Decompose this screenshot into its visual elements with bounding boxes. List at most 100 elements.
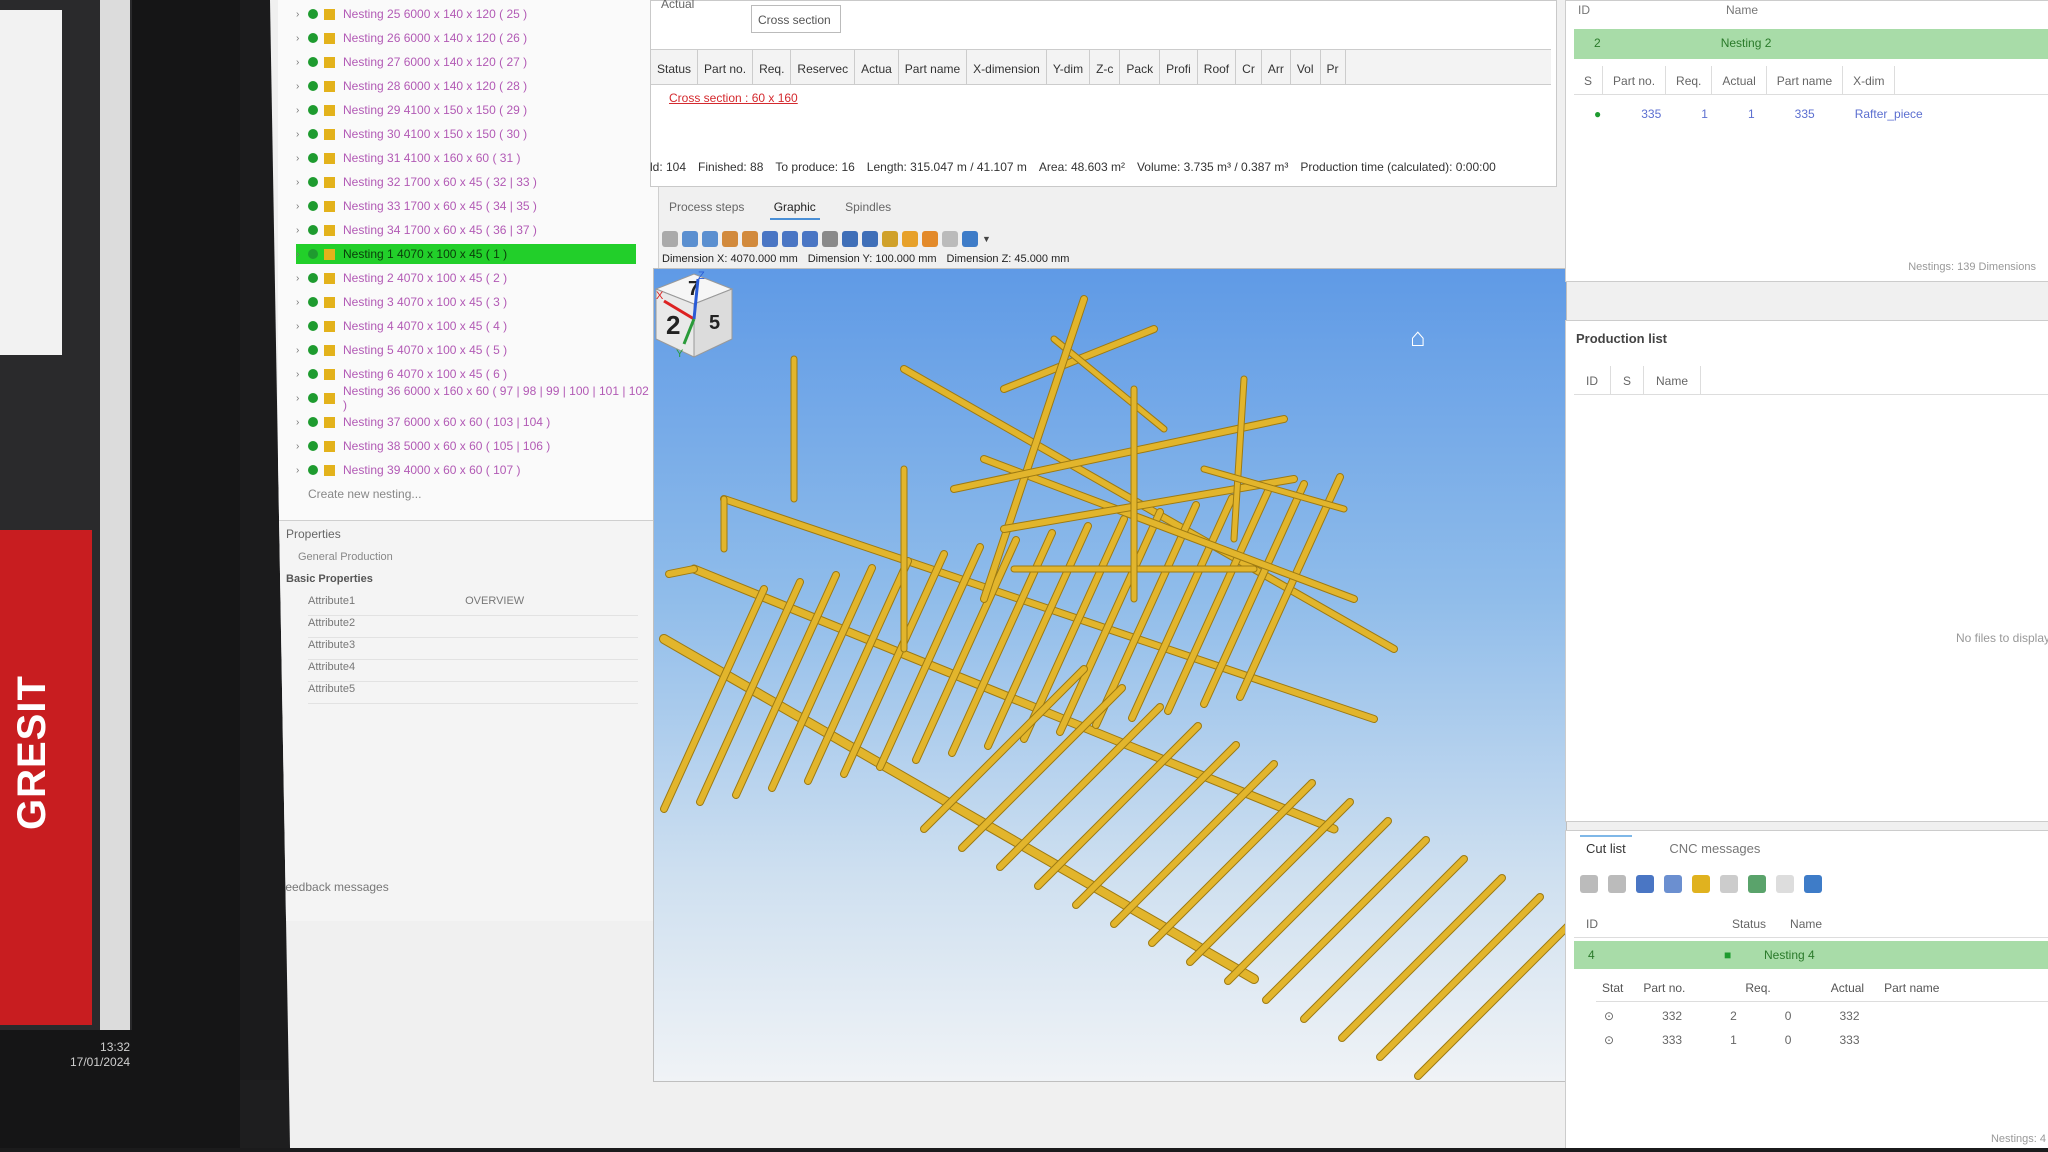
select-icon[interactable] — [662, 231, 678, 247]
solid-icon[interactable] — [902, 231, 918, 247]
pan-icon[interactable] — [842, 231, 858, 247]
properties-tabs[interactable]: General Production — [298, 551, 393, 563]
chevron-right-icon[interactable]: › — [296, 249, 308, 260]
chevron-right-icon[interactable]: › — [296, 57, 308, 68]
tree-item[interactable]: › Nesting 32 1700 x 60 x 45 ( 32 | 33 ) — [296, 172, 656, 192]
property-row[interactable]: Attribute4 — [308, 661, 638, 682]
table-row[interactable]: ⊙ 333 1 0 333 — [1596, 1029, 2048, 1053]
property-row[interactable]: Attribute5 — [308, 683, 638, 704]
view-iso-icon[interactable] — [802, 231, 818, 247]
chevron-right-icon[interactable]: › — [296, 369, 308, 380]
column-header[interactable]: Reservec — [791, 50, 856, 84]
cross-section-row[interactable]: Cross section : 60 x 160 — [669, 91, 798, 105]
tree-item[interactable]: › Nesting 5 4070 x 100 x 45 ( 5 ) — [296, 340, 656, 360]
arrow-down-icon[interactable] — [1608, 875, 1626, 893]
table-icon[interactable] — [1748, 875, 1766, 893]
column-header[interactable]: Roof — [1198, 50, 1237, 84]
chevron-right-icon[interactable]: › — [296, 33, 308, 44]
column-header[interactable]: Profi — [1160, 50, 1198, 84]
tree-item[interactable]: › Nesting 37 6000 x 60 x 60 ( 103 | 104 ) — [296, 412, 656, 432]
copy-icon[interactable] — [1776, 875, 1794, 893]
3d-viewport[interactable]: ⌂ 7 2 5 X Z Y — [653, 268, 1567, 1082]
nesting-group-row[interactable]: 4 ■ Nesting 4 — [1574, 941, 2048, 969]
tree-item[interactable]: › Nesting 3 4070 x 100 x 45 ( 3 ) — [296, 292, 656, 312]
tree-item[interactable]: › Nesting 4 4070 x 100 x 45 ( 4 ) — [296, 316, 656, 336]
tree-item[interactable]: › Nesting 38 5000 x 60 x 60 ( 105 | 106 ) — [296, 436, 656, 456]
chevron-down-icon[interactable]: ▼ — [982, 234, 991, 244]
rotate-icon[interactable] — [862, 231, 878, 247]
column-header[interactable]: X-dimension — [967, 50, 1047, 84]
zoom-icon[interactable] — [822, 231, 838, 247]
state-dropdown[interactable]: Actual — [661, 0, 694, 11]
import-icon[interactable] — [1664, 875, 1682, 893]
view-bottom-icon[interactable] — [782, 231, 798, 247]
shade-icon[interactable] — [922, 231, 938, 247]
chevron-right-icon[interactable]: › — [296, 177, 308, 188]
column-header[interactable]: Pack — [1120, 50, 1161, 84]
tree-item[interactable]: › Nesting 27 6000 x 140 x 120 ( 27 ) — [296, 52, 656, 72]
column-header[interactable]: Part name — [899, 50, 968, 84]
tab-graphic[interactable]: Graphic — [769, 196, 820, 220]
view-front-icon[interactable] — [682, 231, 698, 247]
chevron-right-icon[interactable]: › — [296, 273, 308, 284]
chevron-right-icon[interactable]: › — [296, 129, 308, 140]
measure-icon[interactable] — [942, 231, 958, 247]
tree-item[interactable]: › Nesting 36 6000 x 160 x 60 ( 97 | 98 | … — [296, 384, 656, 412]
column-header[interactable]: Z-c — [1090, 50, 1121, 84]
chevron-right-icon[interactable]: › — [296, 297, 308, 308]
tree-item[interactable]: › Nesting 28 6000 x 140 x 120 ( 28 ) — [296, 76, 656, 96]
chevron-right-icon[interactable]: › — [296, 225, 308, 236]
view-back-icon[interactable] — [702, 231, 718, 247]
chevron-right-icon[interactable]: › — [296, 321, 308, 332]
chevron-right-icon[interactable]: › — [296, 417, 308, 428]
chevron-right-icon[interactable]: › — [296, 393, 308, 404]
tree-item[interactable]: › Nesting 29 4100 x 150 x 150 ( 29 ) — [296, 100, 656, 120]
view-right-icon[interactable] — [742, 231, 758, 247]
property-row[interactable]: Attribute1 OVERVIEW — [308, 595, 638, 616]
tree-item[interactable]: › Nesting 39 4000 x 60 x 60 ( 107 ) — [296, 460, 656, 480]
column-header[interactable]: Req. — [753, 50, 792, 84]
edit-icon[interactable] — [1720, 875, 1738, 893]
view-left-icon[interactable] — [722, 231, 738, 247]
tree-item[interactable]: › Nesting 34 1700 x 60 x 45 ( 36 | 37 ) — [296, 220, 656, 240]
column-header[interactable]: Y-dim — [1047, 50, 1091, 84]
property-row[interactable]: Attribute2 — [308, 617, 638, 638]
tab-cnc-messages[interactable]: CNC messages — [1663, 837, 1766, 860]
tree-item[interactable]: › Nesting 33 1700 x 60 x 45 ( 34 | 35 ) — [296, 196, 656, 216]
tree-item[interactable]: › Nesting 25 6000 x 140 x 120 ( 25 ) — [296, 4, 656, 24]
tree-item[interactable]: › Nesting 1 4070 x 100 x 45 ( 1 ) — [296, 244, 636, 264]
tree-item[interactable]: › Nesting 26 6000 x 140 x 120 ( 26 ) — [296, 28, 656, 48]
column-header[interactable]: Pr — [1321, 50, 1346, 84]
chevron-right-icon[interactable]: › — [296, 105, 308, 116]
column-header[interactable]: Part no. — [698, 50, 754, 84]
table-row[interactable]: ● 335 1 1 335 Rafter_piece — [1574, 103, 2048, 127]
tab-cut-list[interactable]: Cut list — [1580, 835, 1632, 860]
property-row[interactable]: Attribute3 — [308, 639, 638, 660]
tab-spindles[interactable]: Spindles — [841, 196, 895, 218]
chevron-right-icon[interactable]: › — [296, 9, 308, 20]
send-icon[interactable] — [1804, 875, 1822, 893]
cross-section-group-box[interactable]: Cross section — [751, 5, 841, 33]
column-header[interactable]: Arr — [1262, 50, 1291, 84]
tab-process-steps[interactable]: Process steps — [665, 196, 748, 218]
column-header[interactable]: Cr — [1236, 50, 1262, 84]
feedback-messages[interactable]: Feedback messages — [278, 880, 389, 894]
chevron-right-icon[interactable]: › — [296, 201, 308, 212]
column-header[interactable]: Status — [651, 50, 699, 84]
chevron-right-icon[interactable]: › — [296, 345, 308, 356]
create-nesting-item[interactable]: Create new nesting... — [296, 484, 656, 504]
home-icon[interactable]: ⌂ — [1410, 324, 1436, 350]
nesting-group-row[interactable]: 2 Nesting 2 — [1574, 29, 2048, 59]
properties-group[interactable]: Basic Properties — [286, 573, 646, 585]
chevron-right-icon[interactable]: › — [296, 465, 308, 476]
delete-icon[interactable] — [1636, 875, 1654, 893]
column-header[interactable]: Vol — [1291, 50, 1321, 84]
arrow-up-icon[interactable] — [1580, 875, 1598, 893]
tree-item[interactable]: › Nesting 2 4070 x 100 x 45 ( 2 ) — [296, 268, 656, 288]
chevron-right-icon[interactable]: › — [296, 153, 308, 164]
tree-item[interactable]: › Nesting 31 4100 x 160 x 60 ( 31 ) — [296, 148, 656, 168]
dimension-icon[interactable] — [882, 231, 898, 247]
render-mode-icon[interactable] — [962, 231, 978, 247]
chevron-right-icon[interactable]: › — [296, 81, 308, 92]
chevron-right-icon[interactable]: › — [296, 441, 308, 452]
